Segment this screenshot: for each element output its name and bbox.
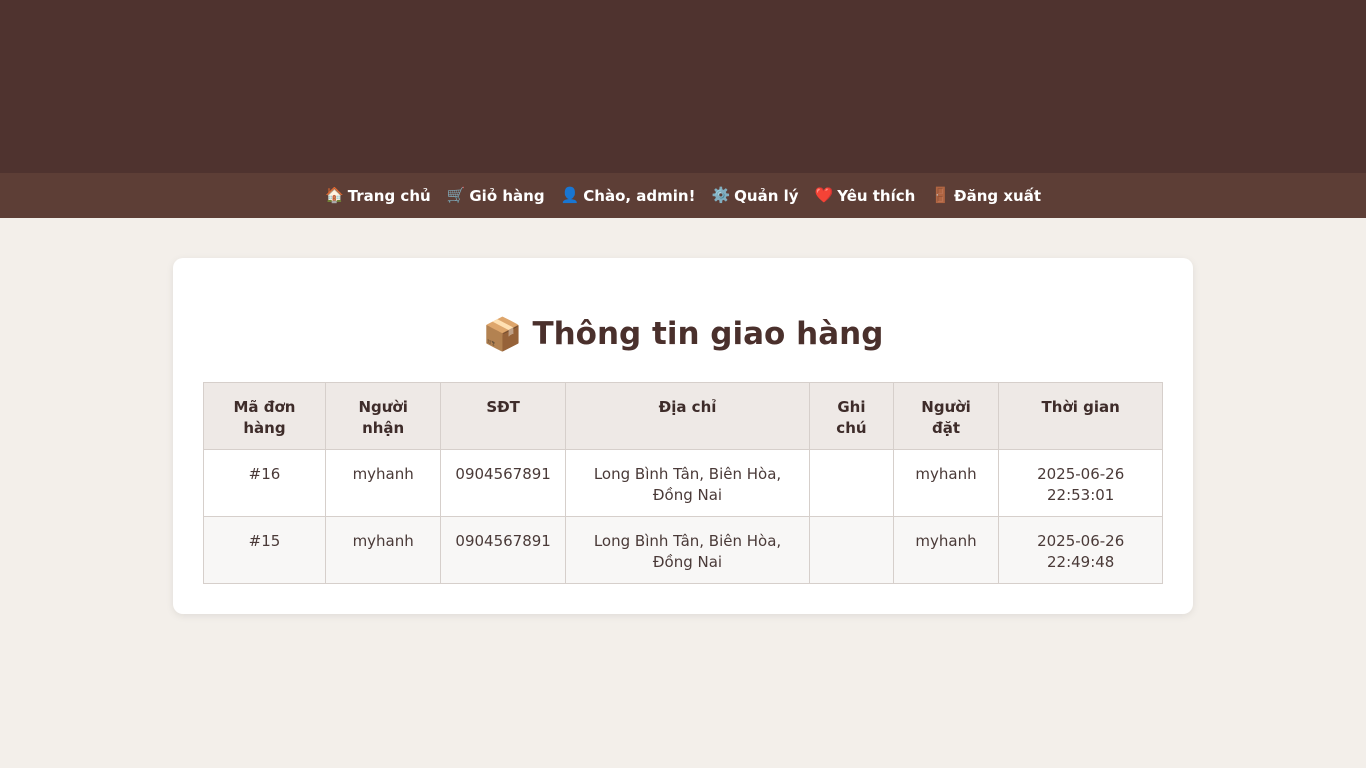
cell-recipient: myhanh <box>324 516 442 584</box>
nav-logout-label: Đăng xuất <box>954 186 1041 205</box>
top-banner <box>0 0 1366 173</box>
header-orderer: Người đặt <box>892 382 1000 450</box>
cell-phone: 0904567891 <box>440 516 566 584</box>
cell-note <box>809 449 894 517</box>
nav-cart-label: Giỏ hàng <box>469 186 545 205</box>
header-time: Thời gian <box>998 382 1163 450</box>
nav-admin-label: Quản lý <box>734 186 799 205</box>
cell-address: Long Bình Tân, Biên Hòa, Đồng Nai <box>564 449 811 517</box>
cell-recipient: myhanh <box>324 449 442 517</box>
cell-orderer: myhanh <box>892 449 1000 517</box>
cell-note <box>809 516 894 584</box>
nav-favorites-link[interactable]: ❤️ Yêu thích <box>815 187 916 205</box>
header-note: Ghi chú <box>809 382 894 450</box>
nav-home-link[interactable]: 🏠 Trang chủ <box>325 187 431 205</box>
cell-phone: 0904567891 <box>440 449 566 517</box>
shipping-info-card: 📦 Thông tin giao hàng Mã đơn hàng Người … <box>173 258 1193 614</box>
package-icon: 📦 <box>482 315 523 353</box>
heart-icon: ❤️ <box>814 186 834 204</box>
nav-user-greeting[interactable]: 👤 Chào, admin! <box>561 187 696 205</box>
nav-admin-link[interactable]: ⚙️ Quản lý <box>711 187 798 205</box>
gear-icon: ⚙️ <box>711 186 731 204</box>
nav-favorites-label: Yêu thích <box>837 186 916 205</box>
main-navbar: 🏠 Trang chủ 🛒 Giỏ hàng 👤 Chào, admin! ⚙️… <box>0 173 1366 218</box>
cell-address: Long Bình Tân, Biên Hòa, Đồng Nai <box>564 516 811 584</box>
cell-order-id: #15 <box>203 516 326 584</box>
cart-icon: 🛒 <box>446 186 466 204</box>
user-icon: 👤 <box>560 186 580 204</box>
page-title-row: 📦 Thông tin giao hàng <box>203 312 1163 356</box>
nav-logout-link[interactable]: 🚪 Đăng xuất <box>931 187 1041 205</box>
shipping-table: Mã đơn hàng Người nhận SĐT Địa chỉ Ghi c… <box>203 382 1163 584</box>
page-title: Thông tin giao hàng <box>532 316 884 352</box>
door-icon: 🚪 <box>931 186 951 204</box>
header-recipient: Người nhận <box>324 382 442 450</box>
table-row: #15 myhanh 0904567891 Long Bình Tân, Biê… <box>203 516 1163 584</box>
cell-orderer: myhanh <box>892 516 1000 584</box>
header-phone: SĐT <box>440 382 566 450</box>
nav-home-label: Trang chủ <box>347 186 431 205</box>
nav-user-label: Chào, admin! <box>583 186 696 205</box>
header-address: Địa chỉ <box>564 382 811 450</box>
header-order-id: Mã đơn hàng <box>203 382 326 450</box>
table-header-row: Mã đơn hàng Người nhận SĐT Địa chỉ Ghi c… <box>203 382 1163 450</box>
cell-time: 2025-06-26 22:53:01 <box>998 449 1163 517</box>
home-icon: 🏠 <box>325 186 344 204</box>
nav-cart-link[interactable]: 🛒 Giỏ hàng <box>447 187 545 205</box>
cell-order-id: #16 <box>203 449 326 517</box>
table-row: #16 myhanh 0904567891 Long Bình Tân, Biê… <box>203 449 1163 517</box>
cell-time: 2025-06-26 22:49:48 <box>998 516 1163 584</box>
